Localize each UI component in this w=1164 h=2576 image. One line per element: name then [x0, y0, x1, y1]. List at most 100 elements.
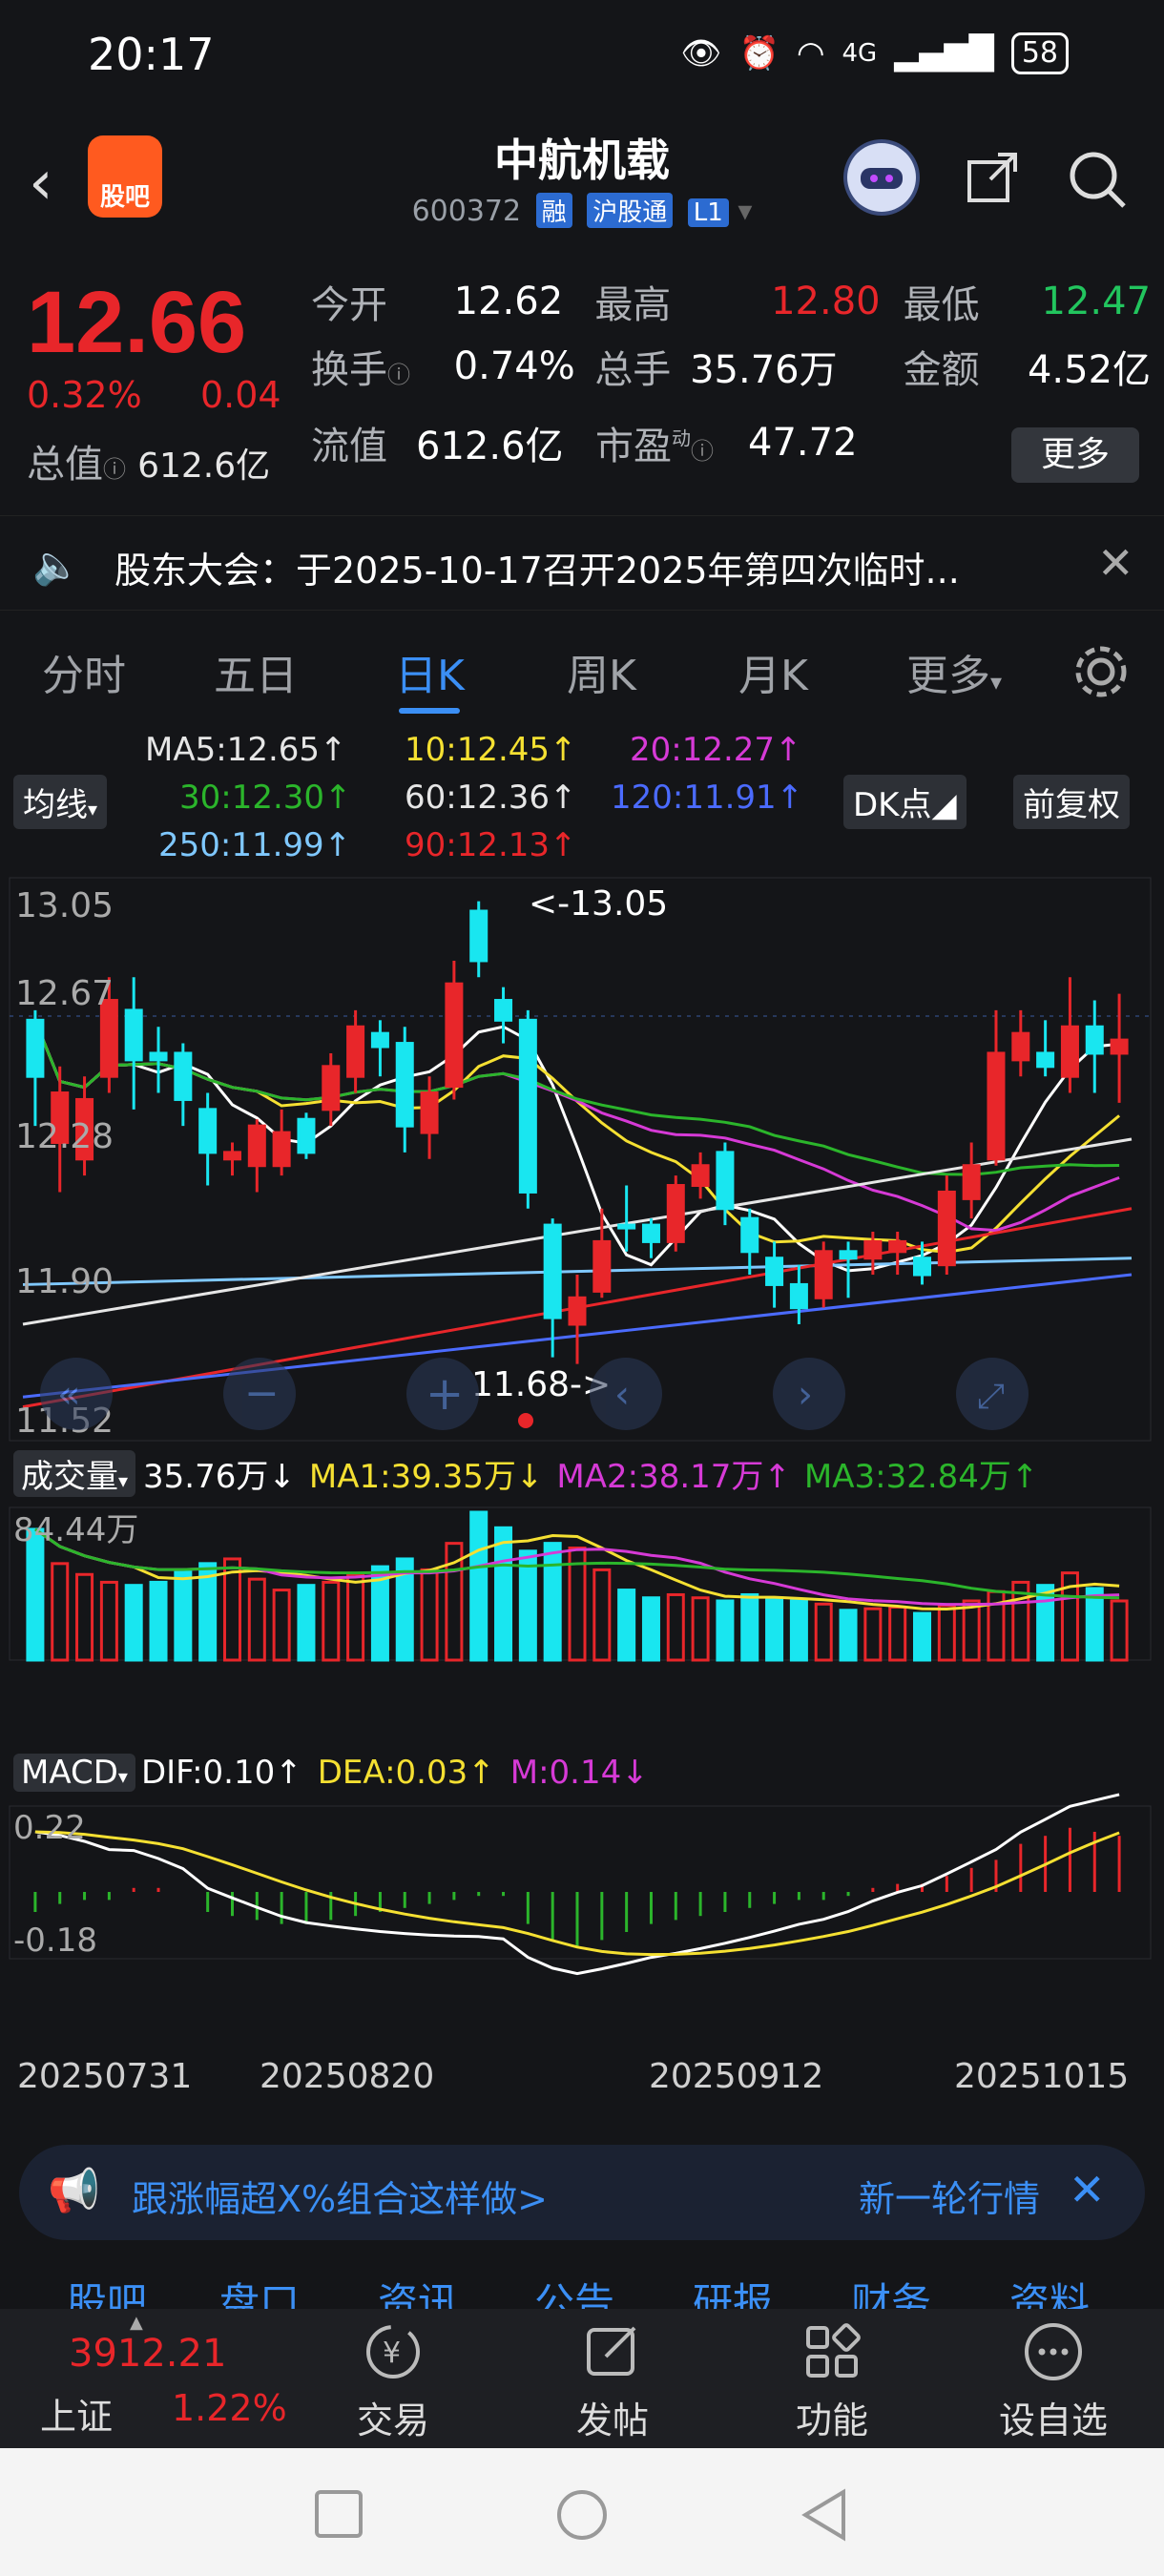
expand-icon[interactable]: ⤢ — [977, 1377, 1005, 1416]
dk-point-button[interactable]: DK点◢ — [843, 775, 967, 829]
index-change[interactable]: 1.22% — [172, 2387, 287, 2429]
candle-body — [445, 982, 464, 1089]
tab-weekly-k[interactable]: 周K — [567, 641, 636, 702]
plus-icon[interactable]: + — [426, 1367, 464, 1421]
date-label: 20251015 — [954, 2057, 1130, 2096]
candle-body — [1060, 1025, 1079, 1078]
ma60-label: 60:12.36↑ — [405, 779, 577, 817]
tab-more[interactable]: 更多▾ — [906, 641, 1002, 702]
recent-apps-icon[interactable] — [311, 2486, 368, 2544]
tab-five-day[interactable]: 五日 — [214, 641, 298, 702]
ma-selector[interactable]: 均线▾ — [13, 775, 108, 829]
chevron-right-icon[interactable]: › — [798, 1373, 813, 1417]
candle-body — [1085, 1025, 1104, 1055]
candle-body — [716, 1151, 735, 1211]
nav-add-watchlist[interactable]: 设自选 — [987, 2318, 1120, 2443]
candle-body — [322, 1065, 341, 1111]
close-icon[interactable]: ✕ — [1069, 2164, 1106, 2215]
nav-trade[interactable]: ¥ 交易 — [326, 2318, 460, 2443]
more-button[interactable]: 更多 — [1011, 427, 1139, 483]
candle-body — [1011, 1031, 1030, 1062]
tab-intraday[interactable]: 分时 — [42, 641, 126, 702]
tab-announcements[interactable]: 公告 — [534, 2271, 614, 2309]
volume-ma-line — [34, 1527, 1120, 1607]
status-bar: 20:17 👁 ⏰ ◠ 4G ▂▄▆█ 58 — [0, 0, 1164, 114]
double-chevron-left-icon[interactable]: « — [57, 1373, 80, 1417]
alarm-icon: ⏰ — [738, 34, 779, 73]
macd-frame — [9, 1805, 1152, 1960]
chevron-down-icon: ▾ — [118, 1468, 129, 1492]
ma250-label: 250:11.99↑ — [158, 826, 352, 864]
robot-avatar-icon[interactable] — [843, 139, 920, 216]
tab-pankou[interactable]: 盘口 — [219, 2271, 300, 2309]
close-icon[interactable]: ✕ — [1097, 537, 1134, 589]
candle-body — [839, 1250, 858, 1260]
candle-body — [198, 1108, 218, 1154]
volume-bar — [765, 1596, 784, 1662]
candle-body — [370, 1031, 389, 1049]
volume-bar — [839, 1609, 858, 1662]
volume-selector[interactable]: 成交量▾ — [13, 1449, 136, 1497]
ma20-label: 20:12.27↑ — [630, 731, 802, 769]
info-icon[interactable]: ⓘ — [103, 456, 126, 483]
gear-icon[interactable] — [1072, 643, 1130, 704]
back-nav-icon[interactable] — [796, 2486, 853, 2544]
promo-text[interactable]: 跟涨幅超X%组合这样做> — [132, 2170, 548, 2222]
section-tabs: 股吧 盘口 资讯 公告 研报 财务 资料 — [0, 2259, 1164, 2309]
tab-news[interactable]: 资讯 — [378, 2271, 458, 2309]
promo-banner[interactable]: 📢 跟涨幅超X%组合这样做> 新一轮行情 ✕ — [19, 2145, 1145, 2240]
current-price: 12.66 — [27, 274, 247, 371]
network-label: 4G — [842, 39, 878, 68]
candle-body — [518, 1018, 537, 1194]
grid-icon — [806, 2323, 861, 2378]
candle-body — [420, 1091, 439, 1134]
minus-icon[interactable]: − — [244, 1369, 280, 1418]
quote-row-1: 今开 12.62 最高 12.80 最低 12.47 — [311, 280, 1152, 327]
macd-y-top: 0.22 — [13, 1809, 86, 1847]
index-name[interactable]: 上证 — [40, 2387, 113, 2440]
volume-bar — [740, 1592, 759, 1662]
volume-bar — [494, 1526, 513, 1662]
chevron-down-icon[interactable]: ▾ — [738, 195, 752, 228]
volume-y-label: 84.44万 — [13, 1511, 138, 1549]
tab-guba[interactable]: 股吧 — [67, 2271, 147, 2309]
candle-body — [888, 1239, 907, 1254]
bottom-toolbar: ▲ 3912.21 上证 1.22% ¥ 交易 发帖 功能 设自选 — [0, 2309, 1164, 2448]
candle-body — [617, 1223, 636, 1230]
index-value[interactable]: 3912.21 — [69, 2332, 226, 2376]
tab-monthly-k[interactable]: 月K — [738, 641, 808, 702]
candle-body — [691, 1164, 710, 1188]
tab-daily-k[interactable]: 日K — [395, 641, 465, 702]
search-icon[interactable] — [1067, 149, 1128, 210]
adjust-button[interactable]: 前复权 — [1013, 775, 1130, 829]
promo-text-secondary[interactable]: 新一轮行情 — [859, 2170, 1050, 2222]
notice-text[interactable]: 股东大会：于2025-10-17召开2025年第四次临时... — [114, 541, 960, 593]
current-dot — [518, 1413, 533, 1428]
total-value: 总值ⓘ 612.6亿 — [27, 443, 271, 487]
notice-bar[interactable]: 🔈 股东大会：于2025-10-17召开2025年第四次临时... ✕ — [0, 515, 1164, 611]
macd-legend: MACD▾ DIF:0.10↑ DEA:0.03↑ M:0.14↓ — [0, 1746, 1164, 1799]
ma10-label: 10:12.45↑ — [405, 731, 577, 769]
nav-post[interactable]: 发帖 — [546, 2318, 679, 2443]
battery-icon: 58 — [1010, 32, 1069, 74]
nav-functions[interactable]: 功能 — [765, 2318, 899, 2443]
macd-dif: DIF:0.10↑ — [140, 1754, 302, 1792]
candle-body — [937, 1190, 956, 1267]
candle-body — [666, 1184, 685, 1243]
chevron-left-icon[interactable]: ‹ — [614, 1373, 630, 1417]
candle-body — [1110, 1038, 1129, 1055]
share-icon[interactable] — [966, 149, 1021, 204]
megaphone-icon: 📢 — [48, 2167, 100, 2215]
ma120-label: 120:11.91↑ — [611, 779, 804, 817]
volume-bar — [51, 1562, 70, 1662]
volume-bar — [247, 1577, 266, 1662]
volume-bar — [962, 1599, 981, 1662]
candle-body — [765, 1257, 784, 1286]
tab-research[interactable]: 研报 — [693, 2271, 773, 2309]
tab-profile[interactable]: 资料 — [1009, 2271, 1090, 2309]
candle-body — [962, 1164, 981, 1200]
tab-finance[interactable]: 财务 — [851, 2271, 931, 2309]
macd-selector[interactable]: MACD▾ — [13, 1754, 135, 1792]
candle-body — [222, 1151, 241, 1161]
home-icon[interactable] — [553, 2486, 611, 2544]
